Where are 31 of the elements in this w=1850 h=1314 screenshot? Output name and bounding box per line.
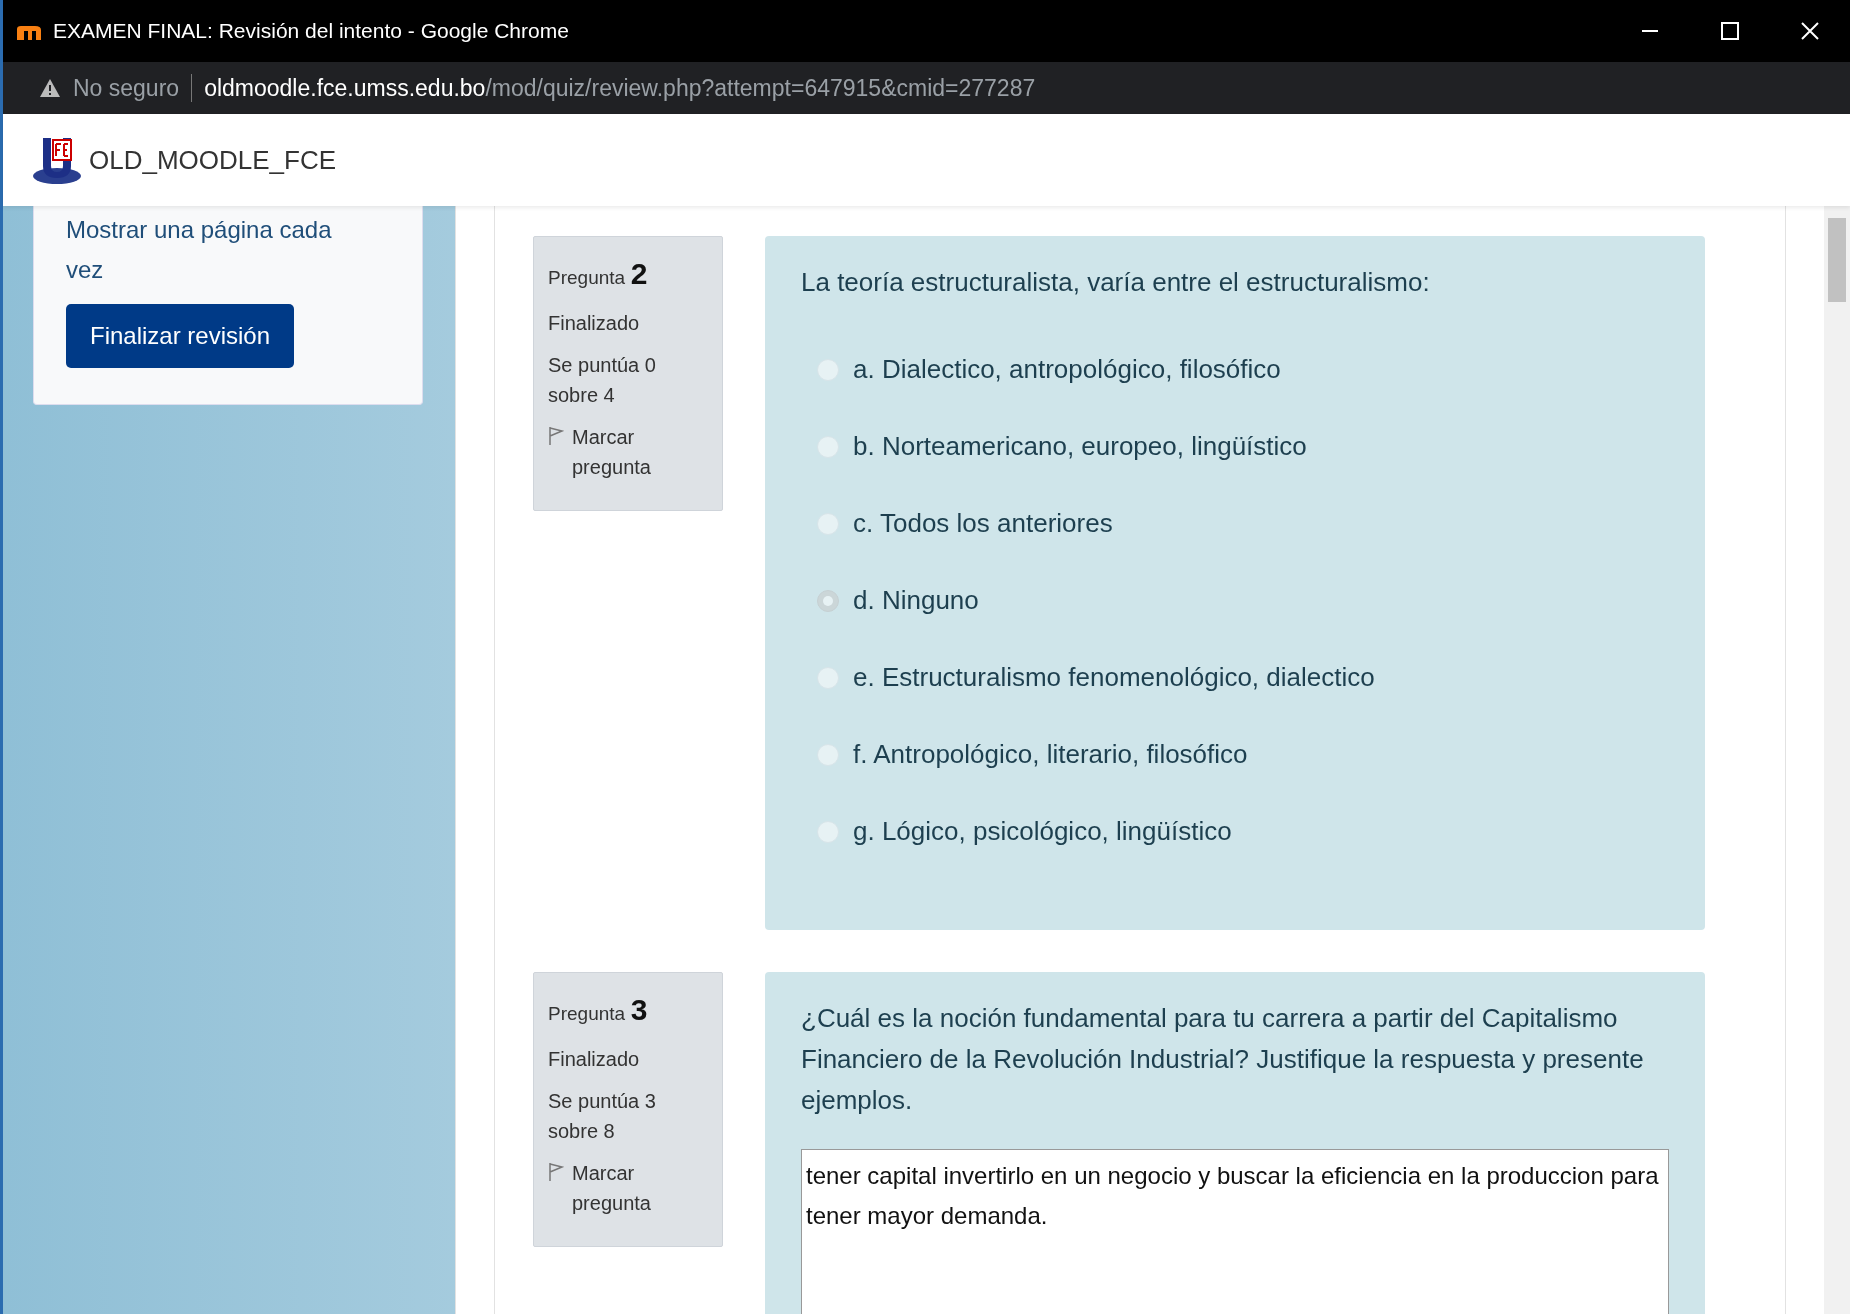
answer-field[interactable]: tener capital invertirlo en un negocio y buscar la eficiencia en la produccion para tener mayor demanda. — [801, 1149, 1669, 1314]
window-title: EXAMEN FINAL: Revisión del intento - Google Chrome — [53, 18, 570, 45]
answer-option[interactable]: b. Norteamericano, europeo, lingüístico — [853, 427, 1307, 466]
question-text: ¿Cuál es la noción fundamental para tu carrera a partir del Capitalismo Financiero de la Revolución Industrial? Justifique la respuesta y presente ejemplos. — [801, 1002, 1645, 1117]
question-text: La teoría estructuralista, varía entre el estructuralismo: — [801, 266, 1431, 299]
maximize-icon — [1720, 21, 1740, 41]
answer-option[interactable]: f. Antropológico, literario, filosófico — [853, 735, 1248, 774]
site-name[interactable]: OLD_MOODLE_FCE — [89, 140, 337, 180]
warning-icon — [39, 78, 61, 98]
close-icon — [1800, 21, 1820, 41]
minimize-icon — [1642, 30, 1658, 32]
answer-option[interactable]: a. Dialectico, antropológico, filosófico — [853, 350, 1281, 389]
url-text[interactable]: oldmoodle.fce.umss.edu.bo/mod/quiz/review.php?attempt=647915&cmid=277287 — [204, 70, 1036, 106]
answer-option[interactable]: c. Todos los anteriores — [853, 504, 1113, 543]
page-mode-link[interactable]: Mostrar una página cada vez — [66, 210, 362, 290]
question-number: Pregunta 2 — [548, 256, 649, 292]
finish-review-button[interactable]: Finalizar revisión — [66, 304, 295, 368]
question-grade: Se puntúa 0 sobre 4 — [548, 353, 657, 408]
scrollbar[interactable] — [1824, 206, 1850, 1314]
flag-icon — [548, 426, 564, 446]
flag-question-link[interactable]: Marcar pregunta — [548, 422, 708, 482]
question-state: Finalizado — [548, 311, 641, 336]
answer-option[interactable]: e. Estructuralismo fenomenológico, dialectico — [853, 658, 1375, 697]
answer-option[interactable]: g. Lógico, psicológico, lingüístico — [853, 812, 1232, 851]
security-label[interactable]: No seguro — [73, 70, 180, 106]
flag-icon — [548, 1162, 564, 1182]
answer-option[interactable]: d. Ninguno — [853, 581, 979, 620]
question-grade: Se puntúa 3 sobre 8 — [548, 1089, 657, 1144]
question-number: Pregunta 3 — [548, 992, 649, 1028]
flag-question-link[interactable]: Marcar pregunta — [548, 1158, 708, 1218]
question-state: Finalizado — [548, 1047, 641, 1072]
